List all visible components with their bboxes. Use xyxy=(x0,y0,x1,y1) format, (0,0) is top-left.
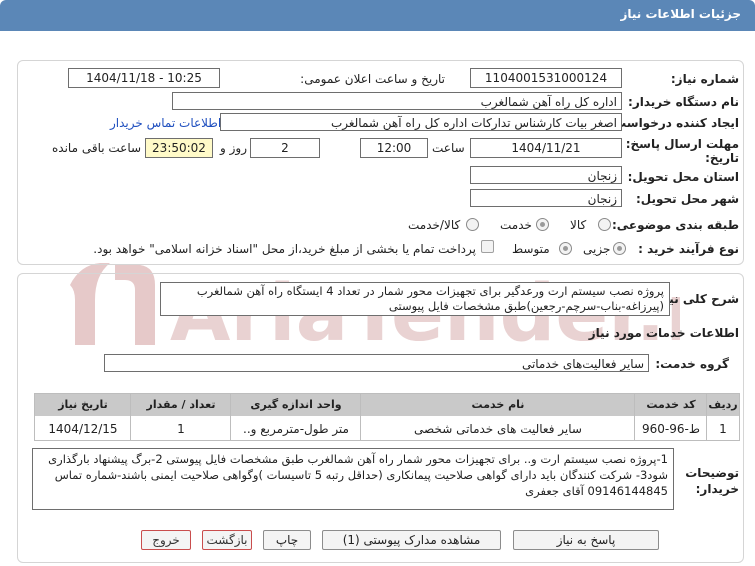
process-option-medium-radio[interactable] xyxy=(559,242,572,255)
buyer-field: اداره کل راه آهن شمالغرب xyxy=(172,92,622,110)
deadline-date-field: 1404/11/21 xyxy=(470,138,622,158)
category-option-service-label: خدمت xyxy=(500,218,532,232)
category-option-both-radio[interactable] xyxy=(466,218,479,231)
city-field: زنجان xyxy=(470,189,622,207)
process-option-minor-radio[interactable] xyxy=(613,242,626,255)
announce-label: تاریخ و ساعت اعلان عمومی: xyxy=(300,72,445,86)
col-header-date: تاریخ نیاز xyxy=(58,398,108,411)
respond-button[interactable]: پاسخ به نیاز xyxy=(513,530,659,550)
days-label: روز و xyxy=(220,141,247,155)
header-bar: جزئیات اطلاعات نیاز xyxy=(0,0,755,31)
deadline-time-label: ساعت xyxy=(432,141,465,155)
col-divider xyxy=(706,394,707,440)
buyer-label: نام دستگاه خریدار: xyxy=(628,95,739,109)
payment-note: پرداخت تمام یا بخشی از مبلغ خرید،از محل … xyxy=(93,242,476,256)
contact-buyer-link[interactable]: اطلاعات تماس خریدار xyxy=(110,116,221,130)
col-divider xyxy=(130,394,131,440)
notes-textarea[interactable]: 1-پروژه نصب سیستم ارت و.. برای تجهیزات م… xyxy=(32,448,674,510)
cell-name: سایر فعالیت های خدماتی شخصی xyxy=(414,422,582,436)
announce-field: 1404/11/18 - 10:25 xyxy=(68,68,220,88)
category-option-service-radio[interactable] xyxy=(536,218,549,231)
col-header-code: کد خدمت xyxy=(646,398,696,411)
remaining-label: ساعت باقی مانده xyxy=(52,141,142,155)
process-label: نوع فرآیند خرید : xyxy=(638,242,739,256)
cell-row: 1 xyxy=(719,422,727,436)
notes-label-2: خریدار: xyxy=(695,482,739,496)
cell-code: ط-96-960 xyxy=(642,422,700,436)
cell-qty: 1 xyxy=(177,422,185,436)
col-header-row: ردیف xyxy=(708,398,738,411)
process-option-minor-label: جزیی xyxy=(583,242,611,256)
service-group-label: گروه خدمت: xyxy=(655,357,729,371)
summary-textarea[interactable]: پروژه نصب سیستم ارت ورعدگیر برای تجهیزات… xyxy=(160,282,670,316)
province-label: استان محل تحویل: xyxy=(627,170,739,184)
notes-label-1: توضیحات xyxy=(685,466,739,480)
deadline-label-2: تاریخ: xyxy=(705,151,739,165)
page-title: جزئیات اطلاعات نیاز xyxy=(620,7,741,21)
need-number-label: شماره نیاز: xyxy=(670,72,739,86)
requester-label: ایجاد کننده درخواست: xyxy=(609,116,739,130)
days-field: 2 xyxy=(250,138,320,158)
category-label: طبقه بندی موضوعی: xyxy=(611,218,739,232)
deadline-time-field: 12:00 xyxy=(360,138,428,158)
category-option-goods-label: کالا xyxy=(570,218,587,232)
city-label: شهر محل تحویل: xyxy=(635,192,739,206)
process-option-medium-label: متوسط xyxy=(512,242,550,256)
col-divider xyxy=(230,394,231,440)
services-section-title: اطلاعات خدمات مورد نیاز xyxy=(588,326,739,340)
col-header-name: نام خدمت xyxy=(471,398,525,411)
deadline-label-1: مهلت ارسال پاسخ: تا xyxy=(612,137,740,151)
category-option-goods-radio[interactable] xyxy=(598,218,611,231)
category-option-both-label: کالا/خدمت xyxy=(408,218,461,232)
cell-unit: متر طول-مترمربع و.. xyxy=(243,422,349,436)
col-divider xyxy=(360,394,361,440)
col-header-unit: واحد اندازه گیری xyxy=(250,398,342,411)
form-panel xyxy=(17,60,744,265)
cell-date: 1404/12/15 xyxy=(48,422,118,436)
attachments-button[interactable]: مشاهده مدارک پیوستی (1) xyxy=(322,530,501,550)
print-button[interactable]: چاپ xyxy=(263,530,311,550)
remaining-time-field: 23:50:02 xyxy=(145,138,213,158)
need-number-field: 1104001531000124 xyxy=(470,68,622,88)
back-button[interactable]: بازگشت xyxy=(202,530,252,550)
services-table: ردیف کد خدمت نام خدمت واحد اندازه گیری ت… xyxy=(34,393,740,441)
payment-checkbox[interactable] xyxy=(481,240,494,253)
province-field: زنجان xyxy=(470,166,622,184)
requester-field: اصغر بیات کارشناس تدارکات اداره کل راه آ… xyxy=(220,113,622,131)
col-divider xyxy=(634,394,635,440)
service-group-field: سایر فعالیت‌های خدماتی xyxy=(104,354,649,372)
exit-button[interactable]: خروج xyxy=(141,530,191,550)
col-header-qty: تعداد / مقدار xyxy=(146,398,216,411)
